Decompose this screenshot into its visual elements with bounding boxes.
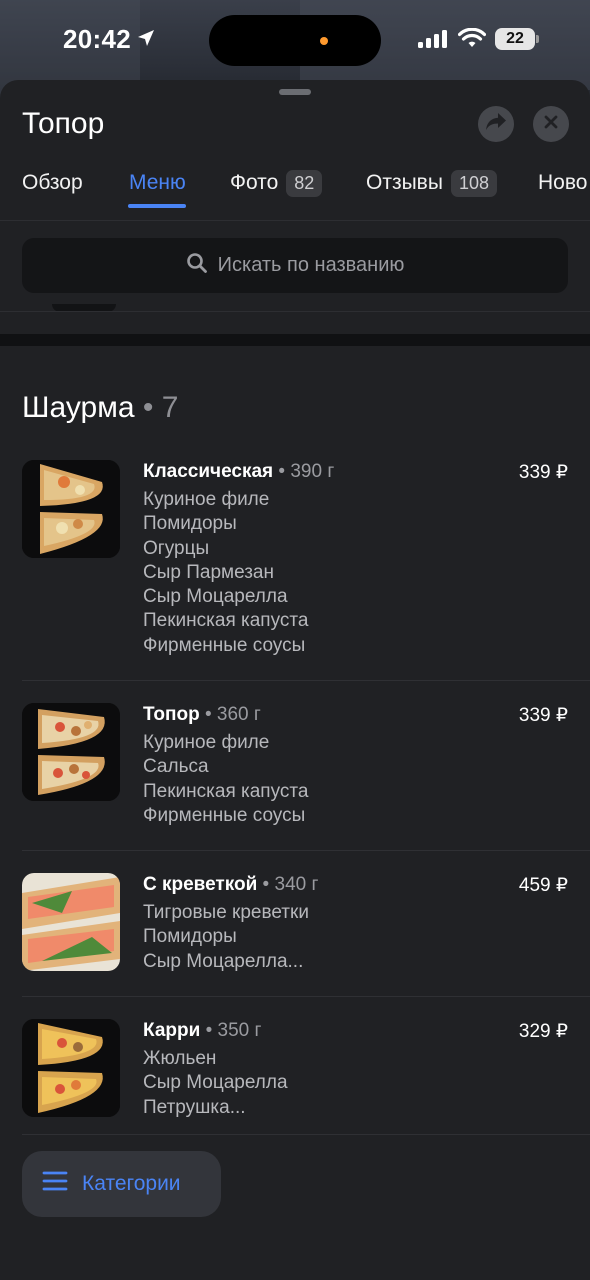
divider [0,220,590,221]
dish-weight-wrap: • 350 г [200,1020,262,1041]
tab-bar: Обзор Меню Фото 82 Отзывы 108 Ново [0,168,590,220]
section-count-wrap: • 7 [134,391,179,424]
active-tab-indicator [128,204,186,208]
dish-title: Топор • 360 г [143,704,261,726]
divider [22,996,590,997]
divider [22,850,590,851]
place-sheet: Топор Обзор Меню Фото 82 Отзывы 108 Ново [0,80,590,1280]
dish-price: 339 ₽ [518,462,568,483]
tab-label: Ново [538,171,588,194]
section-name: Шаурма [22,391,135,424]
ingredient: Сыр Моцарелла [143,586,288,608]
section-count: 7 [161,391,179,424]
dish-photo [22,1019,120,1117]
dish-ingredients: Куриное филе Помидоры Огурцы Сыр Пармеза… [143,488,308,658]
tab-badge: 82 [286,169,323,197]
ingredient: Сальса [143,756,209,778]
search-icon [186,252,218,280]
ingredient: Фирменные соусы [143,634,306,656]
ingredient: Помидоры [143,513,237,535]
share-icon [485,112,507,137]
ingredient: Сыр Пармезан [143,561,274,583]
dish-name: Топор [143,704,200,725]
tab-photos[interactable]: Фото 82 [230,168,323,198]
dish-photo [22,703,120,801]
location-arrow-icon [136,28,156,53]
section-separator [0,334,590,346]
battery-nub [536,35,539,43]
sheet-grabber[interactable] [279,89,311,95]
tab-label: Отзывы [366,171,443,194]
search-placeholder: Искать по названию [217,254,405,276]
ingredient: Пекинская капуста [143,610,309,632]
ingredient: Огурцы [143,537,210,559]
categories-label: Категории [82,1172,181,1195]
search-input[interactable]: Искать по названию [22,238,568,293]
tab-reviews[interactable]: Отзывы 108 [366,168,497,198]
dish-weight-wrap: • 390 г [273,461,335,482]
tab-label: Фото [230,171,279,194]
tab-label: Меню [129,171,186,194]
dynamic-island [209,15,381,66]
dish-name: С креветкой [143,874,258,895]
dish-name: Классическая [143,461,274,482]
ingredient: Фирменные соусы [143,804,306,826]
tab-menu[interactable]: Меню [129,168,186,198]
dish-weight: 340 г [274,874,319,895]
dish-title: Классическая • 390 г [143,461,334,483]
ingredient: Куриное филе [143,489,270,510]
tab-label: Обзор [22,171,83,194]
dish-weight: 390 г [290,461,335,482]
dish-ingredients: Жюльен Сыр Моцарелла Петрушка... [143,1047,288,1120]
tab-badge: 108 [450,169,497,197]
dish-weight-wrap: • 360 г [199,704,261,725]
dish-price: 329 ₽ [518,1021,568,1042]
dish-weight-wrap: • 340 г [257,874,319,895]
tab-overview[interactable]: Обзор [22,168,83,198]
divider [22,1134,590,1135]
battery-indicator: 22 [495,28,535,50]
dish-weight: 360 г [216,704,261,725]
status-bar: 20:42 22 [0,0,590,80]
divider [0,311,590,312]
ingredient: Помидоры [143,926,237,948]
ingredient: Пекинская капуста [143,780,309,802]
dish-weight: 350 г [217,1020,262,1041]
dish-ingredients: Куриное филе Сальса Пекинская капуста Фи… [143,731,308,828]
status-time: 20:42 [63,24,131,54]
close-button[interactable] [533,106,569,142]
dish-price: 339 ₽ [518,705,568,726]
dish-title: Карри • 350 г [143,1020,261,1042]
ingredient: Жюльен [143,1048,217,1069]
tab-news[interactable]: Ново [538,168,587,198]
hamburger-menu-icon [42,1171,82,1197]
battery-level: 22 [506,30,524,47]
ingredient: Сыр Моцарелла [143,1072,288,1094]
ingredient: Сыр Моцарелла... [143,950,304,972]
share-button[interactable] [478,106,514,142]
dish-photo [22,873,120,971]
ingredient: Петрушка... [143,1096,246,1118]
dish-name: Карри [143,1020,201,1041]
ingredient: Куриное филе [143,732,270,753]
recording-dot [320,37,328,45]
ingredient: Тигровые креветки [143,902,309,923]
dish-price: 459 ₽ [518,875,568,896]
section-title: Шаурма • 7 [22,391,178,425]
dish-photo [22,460,120,558]
wifi-icon [457,27,487,55]
place-title: Топор [22,107,105,140]
divider [22,680,590,681]
dish-ingredients: Тигровые креветки Помидоры Сыр Моцарелла… [143,901,309,974]
dish-title: С креветкой • 340 г [143,874,318,896]
close-icon [544,115,558,134]
categories-button[interactable]: Категории [22,1151,221,1217]
cellular-signal-icon [418,30,450,53]
